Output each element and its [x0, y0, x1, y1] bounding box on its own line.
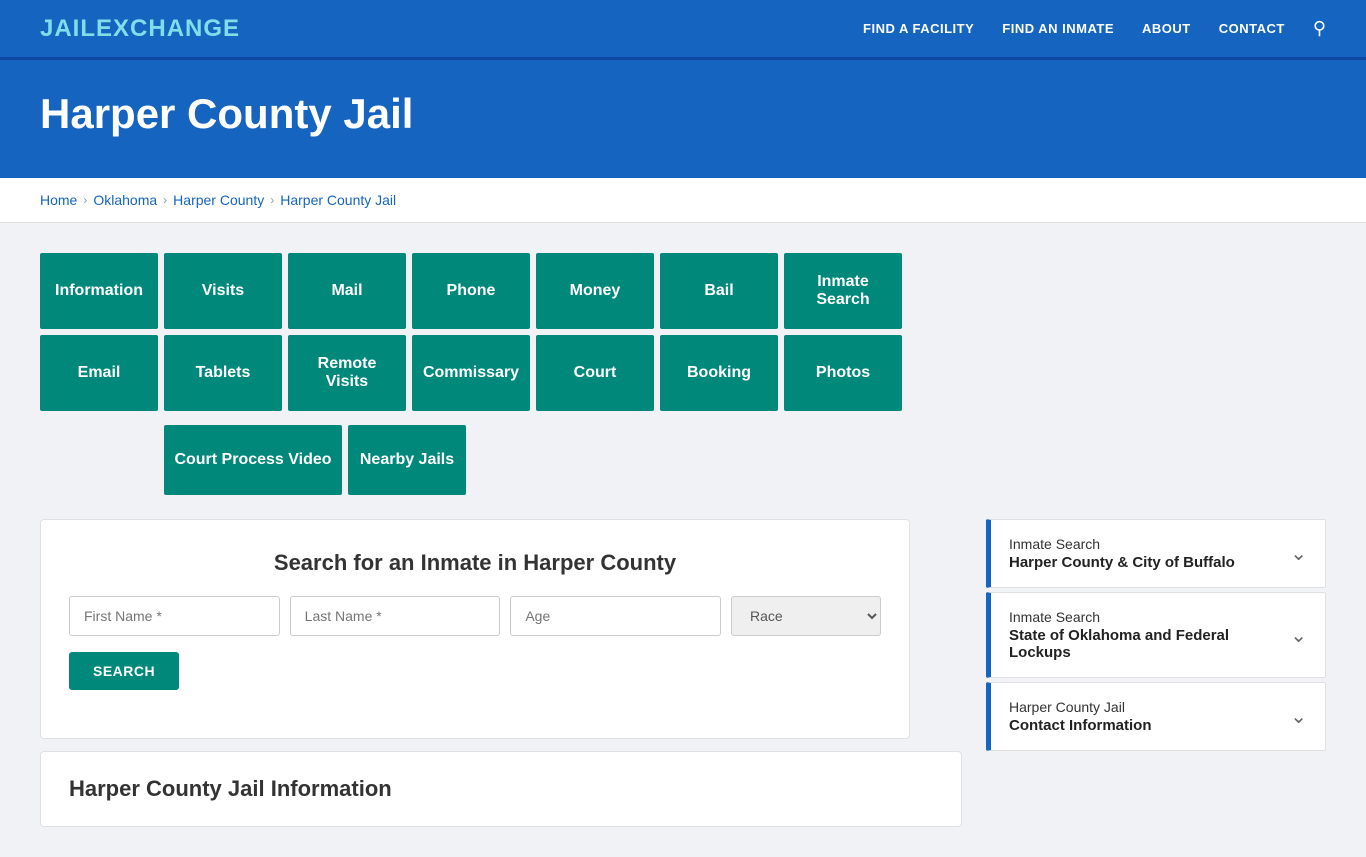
breadcrumb-harper-county[interactable]: Harper County	[173, 192, 264, 208]
breadcrumb-home[interactable]: Home	[40, 192, 77, 208]
search-fields: Race White Black Hispanic Asian Other	[69, 596, 881, 636]
last-name-input[interactable]	[290, 596, 501, 636]
tile-tablets[interactable]: Tablets	[164, 335, 282, 411]
tile-photos[interactable]: Photos	[784, 335, 902, 411]
sidebar-item-title-2: Inmate Search	[1009, 609, 1290, 625]
chevron-down-icon-2: ⌄	[1290, 623, 1307, 648]
breadcrumb-oklahoma[interactable]: Oklahoma	[93, 192, 157, 208]
tile-remote-visits[interactable]: Remote Visits	[288, 335, 406, 411]
left-column: Search for an Inmate in Harper County Ra…	[40, 519, 962, 827]
tile-mail[interactable]: Mail	[288, 253, 406, 329]
chevron-down-icon-1: ⌄	[1290, 541, 1307, 566]
page-title: Harper County Jail	[40, 90, 1326, 138]
tile-information[interactable]: Information	[40, 253, 158, 329]
info-section-title: Harper County Jail Information	[69, 776, 933, 802]
nav-contact[interactable]: CONTACT	[1219, 21, 1285, 36]
tile-money[interactable]: Money	[536, 253, 654, 329]
tile-nearby-jails[interactable]: Nearby Jails	[348, 425, 466, 495]
nav-find-facility[interactable]: FIND A FACILITY	[863, 21, 974, 36]
tile-bail[interactable]: Bail	[660, 253, 778, 329]
sidebar-item-inmate-search-harper[interactable]: Inmate Search Harper County & City of Bu…	[986, 519, 1326, 588]
content-columns: Search for an Inmate in Harper County Ra…	[40, 519, 1326, 827]
tile-grid: Information Visits Mail Phone Money Bail…	[40, 253, 910, 411]
sidebar-item-title-1: Inmate Search	[1009, 536, 1235, 552]
tile-inmate-search[interactable]: Inmate Search	[784, 253, 902, 329]
sidebar: Inmate Search Harper County & City of Bu…	[986, 519, 1326, 755]
race-select[interactable]: Race White Black Hispanic Asian Other	[731, 596, 881, 636]
tile-commissary[interactable]: Commissary	[412, 335, 530, 411]
site-header: JAILEXCHANGE FIND A FACILITY FIND AN INM…	[0, 0, 1366, 60]
tile-email[interactable]: Email	[40, 335, 158, 411]
logo-exchange: EXCHANGE	[96, 15, 240, 42]
nav-about[interactable]: ABOUT	[1142, 21, 1191, 36]
tile-court-process-video[interactable]: Court Process Video	[164, 425, 342, 495]
tile-court[interactable]: Court	[536, 335, 654, 411]
sidebar-item-title-3: Harper County Jail	[1009, 699, 1152, 715]
search-box-title: Search for an Inmate in Harper County	[69, 550, 881, 576]
site-logo[interactable]: JAILEXCHANGE	[40, 15, 240, 43]
sidebar-item-inmate-search-oklahoma[interactable]: Inmate Search State of Oklahoma and Fede…	[986, 592, 1326, 678]
info-section: Harper County Jail Information	[40, 751, 962, 827]
tile-phone[interactable]: Phone	[412, 253, 530, 329]
sidebar-item-contact-info[interactable]: Harper County Jail Contact Information ⌄	[986, 682, 1326, 751]
breadcrumb-sep-3: ›	[270, 193, 274, 207]
breadcrumb-sep-2: ›	[163, 193, 167, 207]
tile-booking[interactable]: Booking	[660, 335, 778, 411]
main-content: Information Visits Mail Phone Money Bail…	[0, 223, 1366, 857]
age-input[interactable]	[510, 596, 721, 636]
breadcrumb-harper-county-jail[interactable]: Harper County Jail	[280, 192, 396, 208]
nav-find-inmate[interactable]: FIND AN INMATE	[1002, 21, 1114, 36]
main-nav: FIND A FACILITY FIND AN INMATE ABOUT CON…	[863, 18, 1326, 39]
breadcrumb: Home › Oklahoma › Harper County › Harper…	[40, 192, 1326, 208]
search-button[interactable]: SEARCH	[69, 652, 179, 690]
logo-jail: JAIL	[40, 15, 96, 42]
sidebar-item-subtitle-2: State of Oklahoma and Federal Lockups	[1009, 627, 1290, 661]
breadcrumb-sep-1: ›	[83, 193, 87, 207]
hero-section: Harper County Jail	[0, 60, 1366, 178]
breadcrumb-bar: Home › Oklahoma › Harper County › Harper…	[0, 178, 1366, 223]
sidebar-item-subtitle-1: Harper County & City of Buffalo	[1009, 554, 1235, 571]
first-name-input[interactable]	[69, 596, 280, 636]
chevron-down-icon-3: ⌄	[1290, 704, 1307, 729]
header-search-button[interactable]: ⚲	[1313, 18, 1326, 39]
inmate-search-box: Search for an Inmate in Harper County Ra…	[40, 519, 910, 739]
sidebar-item-subtitle-3: Contact Information	[1009, 717, 1152, 734]
tile-visits[interactable]: Visits	[164, 253, 282, 329]
